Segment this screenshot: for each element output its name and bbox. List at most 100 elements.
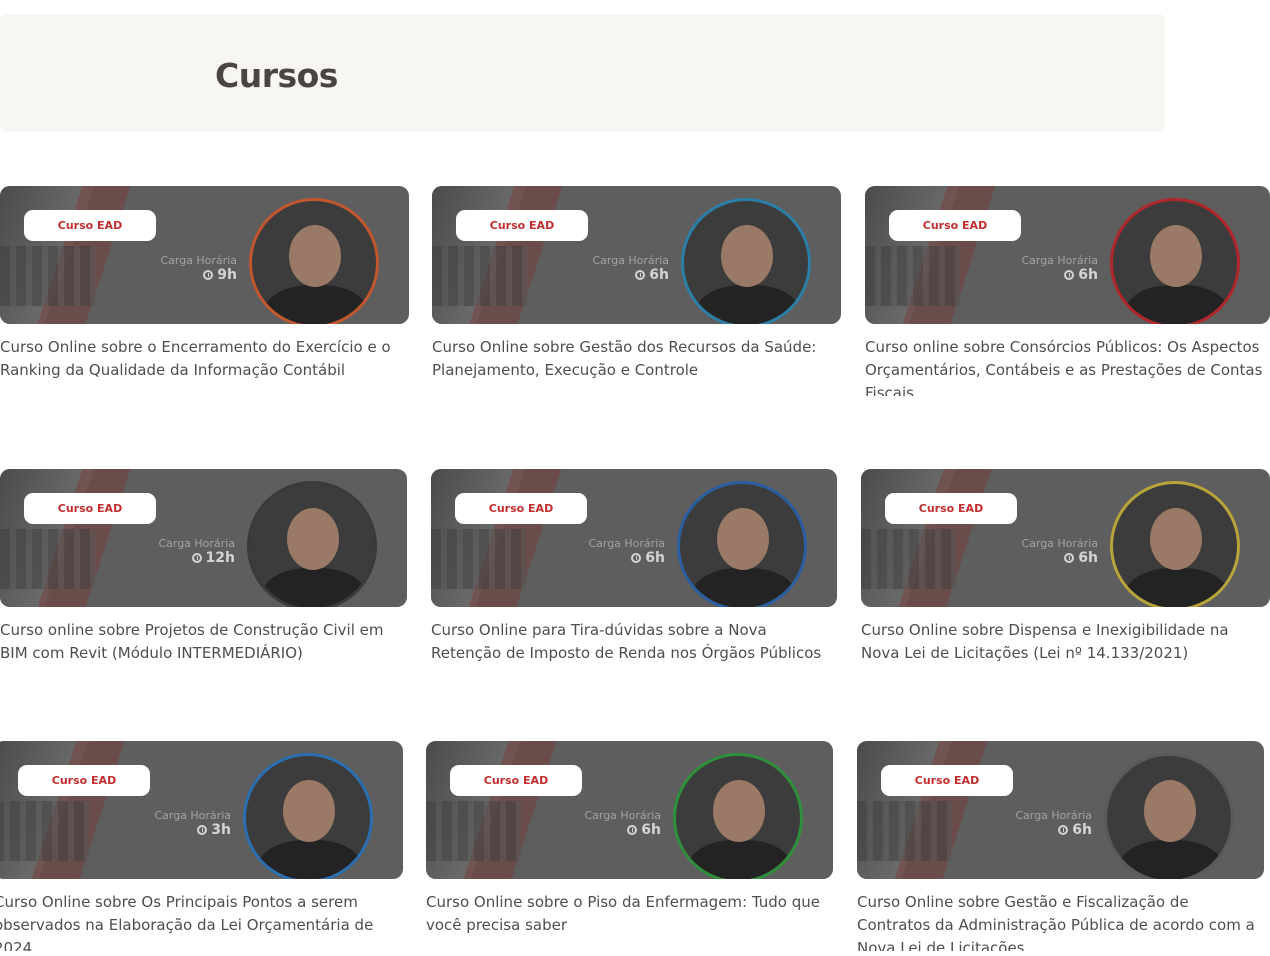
hours-value: 6h bbox=[1078, 550, 1098, 566]
instructor-suit bbox=[1125, 285, 1229, 324]
instructor-photo bbox=[677, 481, 807, 607]
instructor-face bbox=[717, 508, 769, 570]
workload-hours: 12h bbox=[158, 551, 235, 565]
course-type-badge: Curso EAD bbox=[881, 765, 1013, 796]
workload-label: Carga Horária bbox=[584, 809, 661, 822]
course-thumbnail[interactable]: Curso EAD Carga Horária 3h bbox=[0, 741, 403, 879]
instructor-suit bbox=[688, 840, 792, 879]
hours-value: 6h bbox=[645, 550, 665, 566]
thumbnail-pattern bbox=[432, 246, 527, 306]
instructor-face bbox=[721, 225, 773, 287]
course-type-badge: Curso EAD bbox=[24, 493, 156, 524]
instructor-face bbox=[287, 508, 339, 570]
instructor-suit bbox=[692, 568, 796, 607]
course-type-badge: Curso EAD bbox=[889, 210, 1021, 241]
course-title-link[interactable]: Curso Online sobre Dispensa e Inexigibil… bbox=[861, 619, 1270, 679]
workload-hours: 3h bbox=[154, 823, 231, 837]
course-title-link[interactable]: Curso Online para Tira-dúvidas sobre a N… bbox=[431, 619, 837, 679]
course-title-link[interactable]: Curso Online sobre Gestão dos Recursos d… bbox=[432, 336, 841, 396]
course-card[interactable]: Curso EAD Carga Horária 6h Curso Online … bbox=[861, 469, 1270, 679]
course-title-link[interactable]: Curso online sobre Projetos de Construçã… bbox=[0, 619, 407, 679]
workload-info: Carga Horária 6h bbox=[1021, 537, 1098, 565]
workload-label: Carga Horária bbox=[160, 254, 237, 267]
instructor-photo bbox=[1104, 753, 1234, 879]
course-thumbnail[interactable]: Curso EAD Carga Horária 6h bbox=[857, 741, 1264, 879]
page-title: Cursos bbox=[215, 56, 338, 95]
instructor-face bbox=[283, 780, 335, 842]
instructor-suit bbox=[262, 568, 366, 607]
course-title-link[interactable]: Curso Online sobre Gestão e Fiscalização… bbox=[857, 891, 1264, 951]
course-thumbnail[interactable]: Curso EAD Carga Horária 6h bbox=[426, 741, 833, 879]
instructor-face bbox=[1144, 780, 1196, 842]
workload-label: Carga Horária bbox=[588, 537, 665, 550]
workload-label: Carga Horária bbox=[592, 254, 669, 267]
thumbnail-pattern bbox=[426, 801, 521, 861]
instructor-face bbox=[713, 780, 765, 842]
course-type-badge: Curso EAD bbox=[24, 210, 156, 241]
course-card[interactable]: Curso EAD Carga Horária 9h Curso Online … bbox=[0, 186, 409, 396]
workload-info: Carga Horária 9h bbox=[160, 254, 237, 282]
course-card[interactable]: Curso EAD Carga Horária 12h Curso online… bbox=[0, 469, 407, 679]
course-thumbnail[interactable]: Curso EAD Carga Horária 9h bbox=[0, 186, 409, 324]
clock-icon bbox=[635, 270, 646, 280]
course-thumbnail[interactable]: Curso EAD Carga Horária 6h bbox=[861, 469, 1270, 607]
course-thumbnail[interactable]: Curso EAD Carga Horária 12h bbox=[0, 469, 407, 607]
course-type-badge: Curso EAD bbox=[450, 765, 582, 796]
clock-icon bbox=[203, 270, 214, 280]
instructor-suit bbox=[264, 285, 368, 324]
course-card[interactable]: Curso EAD Carga Horária 6h Curso Online … bbox=[426, 741, 833, 951]
clock-icon bbox=[1064, 270, 1075, 280]
instructor-photo bbox=[247, 481, 377, 607]
course-title-link[interactable]: Curso Online sobre Os Principais Pontos … bbox=[0, 891, 403, 951]
instructor-face bbox=[289, 225, 341, 287]
workload-label: Carga Horária bbox=[1015, 809, 1092, 822]
instructor-suit bbox=[1119, 840, 1223, 879]
instructor-suit bbox=[258, 840, 362, 879]
clock-icon bbox=[627, 825, 638, 835]
clock-icon bbox=[191, 553, 202, 563]
course-type-badge: Curso EAD bbox=[18, 765, 150, 796]
instructor-photo bbox=[681, 198, 811, 324]
instructor-photo bbox=[673, 753, 803, 879]
course-type-badge: Curso EAD bbox=[455, 493, 587, 524]
workload-info: Carga Horária 6h bbox=[1021, 254, 1098, 282]
thumbnail-pattern bbox=[861, 529, 956, 589]
instructor-face bbox=[1150, 508, 1202, 570]
hours-value: 6h bbox=[1078, 267, 1098, 283]
instructor-photo bbox=[1110, 198, 1240, 324]
course-card[interactable]: Curso EAD Carga Horária 6h Curso Online … bbox=[432, 186, 841, 396]
course-title-link[interactable]: Curso Online sobre o Piso da Enfermagem:… bbox=[426, 891, 833, 951]
hours-value: 6h bbox=[641, 822, 661, 838]
course-card[interactable]: Curso EAD Carga Horária 6h Curso Online … bbox=[857, 741, 1264, 951]
instructor-suit bbox=[696, 285, 800, 324]
workload-info: Carga Horária 3h bbox=[154, 809, 231, 837]
clock-icon bbox=[197, 825, 208, 835]
thumbnail-pattern bbox=[865, 246, 960, 306]
course-thumbnail[interactable]: Curso EAD Carga Horária 6h bbox=[865, 186, 1270, 324]
workload-hours: 6h bbox=[592, 268, 669, 282]
thumbnail-pattern bbox=[431, 529, 526, 589]
course-card[interactable]: Curso EAD Carga Horária 6h Curso Online … bbox=[431, 469, 837, 679]
course-title-link[interactable]: Curso Online sobre o Encerramento do Exe… bbox=[0, 336, 409, 396]
course-type-badge: Curso EAD bbox=[456, 210, 588, 241]
workload-label: Carga Horária bbox=[154, 809, 231, 822]
workload-label: Carga Horária bbox=[1021, 537, 1098, 550]
course-title-link[interactable]: Curso online sobre Consórcios Públicos: … bbox=[865, 336, 1270, 396]
hours-value: 9h bbox=[217, 267, 237, 283]
workload-hours: 6h bbox=[1015, 823, 1092, 837]
hours-value: 12h bbox=[205, 550, 235, 566]
course-thumbnail[interactable]: Curso EAD Carga Horária 6h bbox=[432, 186, 841, 324]
course-card[interactable]: Curso EAD Carga Horária 6h Curso online … bbox=[865, 186, 1270, 396]
course-thumbnail[interactable]: Curso EAD Carga Horária 6h bbox=[431, 469, 837, 607]
clock-icon bbox=[1058, 825, 1069, 835]
hours-value: 3h bbox=[211, 822, 231, 838]
workload-info: Carga Horária 12h bbox=[158, 537, 235, 565]
workload-hours: 6h bbox=[588, 551, 665, 565]
workload-info: Carga Horária 6h bbox=[584, 809, 661, 837]
hours-value: 6h bbox=[649, 267, 669, 283]
thumbnail-pattern bbox=[0, 801, 89, 861]
clock-icon bbox=[1064, 553, 1075, 563]
clock-icon bbox=[631, 553, 642, 563]
course-card[interactable]: Curso EAD Carga Horária 3h Curso Online … bbox=[0, 741, 403, 951]
hours-value: 6h bbox=[1072, 822, 1092, 838]
